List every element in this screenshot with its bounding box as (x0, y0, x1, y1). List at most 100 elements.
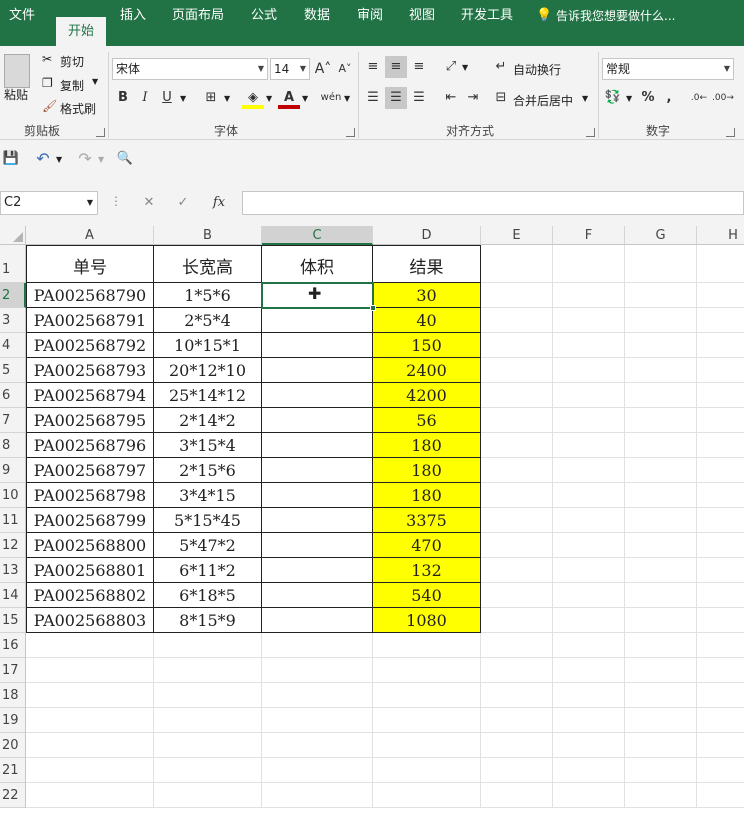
wrap-text-button[interactable]: 自动换行 (513, 61, 561, 78)
font-color-icon[interactable]: A (278, 87, 300, 109)
cell-c6[interactable] (262, 383, 373, 408)
cell-b14[interactable]: 6*18*5 (154, 583, 262, 608)
column-header-h[interactable]: H (697, 226, 744, 245)
borders-icon[interactable]: ⊞ (200, 87, 222, 109)
underline-dropdown-icon[interactable]: ▼ (180, 94, 186, 103)
row-header-4[interactable]: 4 (0, 333, 26, 358)
cell-d14[interactable]: 540 (373, 583, 481, 608)
cell-d7[interactable]: 56 (373, 408, 481, 433)
header-cell-b[interactable]: 长宽高 (154, 245, 262, 283)
column-header-b[interactable]: B (154, 226, 262, 245)
cell-d12[interactable]: 470 (373, 533, 481, 558)
merge-dropdown-icon[interactable]: ▼ (582, 94, 588, 103)
cell-c5[interactable] (262, 358, 373, 383)
accounting-dropdown-icon[interactable]: ▼ (626, 94, 632, 103)
cell-c15[interactable] (262, 608, 373, 633)
row-header-10[interactable]: 10 (0, 483, 26, 508)
align-bottom-icon[interactable]: ≡ (408, 56, 430, 78)
cell-d13[interactable]: 132 (373, 558, 481, 583)
insert-function-icon[interactable]: fx (208, 192, 230, 214)
cell-a10[interactable]: PA002568798 (26, 483, 154, 508)
cell-c8[interactable] (262, 433, 373, 458)
row-header-12[interactable]: 12 (0, 533, 26, 558)
cell-d11[interactable]: 3375 (373, 508, 481, 533)
tell-me-search[interactable]: 告诉我您想要做什么... (556, 0, 686, 46)
column-header-e[interactable]: E (481, 226, 553, 245)
fill-color-icon[interactable]: ◈ (242, 87, 264, 109)
column-header-d[interactable]: D (373, 226, 481, 245)
tab-developer[interactable]: 开发工具 (454, 0, 520, 46)
cell-b6[interactable]: 25*14*12 (154, 383, 262, 408)
redo-icon[interactable]: ↷ (74, 148, 96, 170)
alignment-launcher-icon[interactable] (586, 128, 595, 137)
align-middle-icon[interactable]: ≡ (385, 56, 407, 78)
fill-color-dropdown-icon[interactable]: ▼ (266, 94, 272, 103)
cell-a13[interactable]: PA002568801 (26, 558, 154, 583)
row-header-8[interactable]: 8 (0, 433, 26, 458)
align-top-icon[interactable]: ≡ (362, 56, 384, 78)
cell-c7[interactable] (262, 408, 373, 433)
font-size-combo[interactable]: 14 ▼ (270, 58, 310, 80)
row-header-11[interactable]: 11 (0, 508, 26, 533)
row-header-21[interactable]: 21 (0, 758, 26, 783)
cell-c9[interactable] (262, 458, 373, 483)
borders-dropdown-icon[interactable]: ▼ (224, 94, 230, 103)
font-launcher-icon[interactable] (346, 128, 355, 137)
clipboard-launcher-icon[interactable] (96, 128, 105, 137)
font-name-combo[interactable]: 宋体 ▼ (112, 58, 268, 80)
cell-c11[interactable] (262, 508, 373, 533)
undo-icon[interactable]: ↶ (32, 148, 54, 170)
cell-b5[interactable]: 20*12*10 (154, 358, 262, 383)
enter-icon[interactable]: ✓ (172, 192, 194, 214)
cell-b4[interactable]: 10*15*1 (154, 333, 262, 358)
row-header-3[interactable]: 3 (0, 308, 26, 333)
column-header-f[interactable]: F (553, 226, 625, 245)
align-center-icon[interactable]: ☰ (385, 87, 407, 109)
header-cell-d[interactable]: 结果 (373, 245, 481, 283)
row-header-17[interactable]: 17 (0, 658, 26, 683)
cell-b7[interactable]: 2*14*2 (154, 408, 262, 433)
name-box[interactable]: C2 ▼ (0, 191, 98, 215)
cell-c12[interactable] (262, 533, 373, 558)
orientation-dropdown-icon[interactable]: ▼ (462, 63, 468, 72)
decrease-indent-icon[interactable]: ⇤ (440, 87, 462, 109)
select-all-corner[interactable] (0, 226, 26, 245)
row-header-1[interactable]: 1 (0, 245, 26, 283)
row-header-7[interactable]: 7 (0, 408, 26, 433)
cell-d5[interactable]: 2400 (373, 358, 481, 383)
cell-b12[interactable]: 5*47*2 (154, 533, 262, 558)
phonetic-dropdown-icon[interactable]: ▼ (344, 94, 350, 103)
increase-indent-icon[interactable]: ⇥ (462, 87, 484, 109)
number-launcher-icon[interactable] (726, 128, 735, 137)
column-header-g[interactable]: G (625, 226, 697, 245)
row-header-5[interactable]: 5 (0, 358, 26, 383)
cell-b3[interactable]: 2*5*4 (154, 308, 262, 333)
cell-d10[interactable]: 180 (373, 483, 481, 508)
cell-a9[interactable]: PA002568797 (26, 458, 154, 483)
row-header-2[interactable]: 2 (0, 283, 26, 308)
copy-dropdown-icon[interactable]: ▼ (92, 77, 98, 86)
formula-input[interactable] (242, 191, 744, 215)
cell-c4[interactable] (262, 333, 373, 358)
decrease-decimal-icon[interactable]: .00→ (712, 87, 734, 109)
cell-b11[interactable]: 5*15*45 (154, 508, 262, 533)
print-preview-icon[interactable]: 🔍 (114, 148, 136, 170)
cell-d8[interactable]: 180 (373, 433, 481, 458)
redo-dropdown-icon[interactable]: ▼ (98, 155, 104, 164)
tab-data[interactable]: 数据 (295, 0, 339, 46)
cell-a12[interactable]: PA002568800 (26, 533, 154, 558)
number-format-combo[interactable]: 常规 ▼ (602, 58, 734, 80)
cancel-icon[interactable]: ✕ (138, 192, 160, 214)
row-header-13[interactable]: 13 (0, 558, 26, 583)
merge-center-icon[interactable]: ⊟ (490, 87, 512, 109)
tab-insert[interactable]: 插入 (110, 0, 156, 46)
tab-view[interactable]: 视图 (400, 0, 444, 46)
format-painter-button[interactable]: 格式刷 (60, 100, 96, 117)
increase-font-icon[interactable]: A˄ (312, 58, 334, 80)
worksheet-grid[interactable]: ABCDEFGH 1 2 3 4 5 6 7 8 9 10 11 12 13 14 15 16 17 18 19 20… (0, 226, 744, 834)
cell-d3[interactable]: 40 (373, 308, 481, 333)
cell-d9[interactable]: 180 (373, 458, 481, 483)
italic-button[interactable]: I (134, 87, 156, 109)
row-header-14[interactable]: 14 (0, 583, 26, 608)
cell-a2[interactable]: PA002568790 (26, 283, 154, 308)
